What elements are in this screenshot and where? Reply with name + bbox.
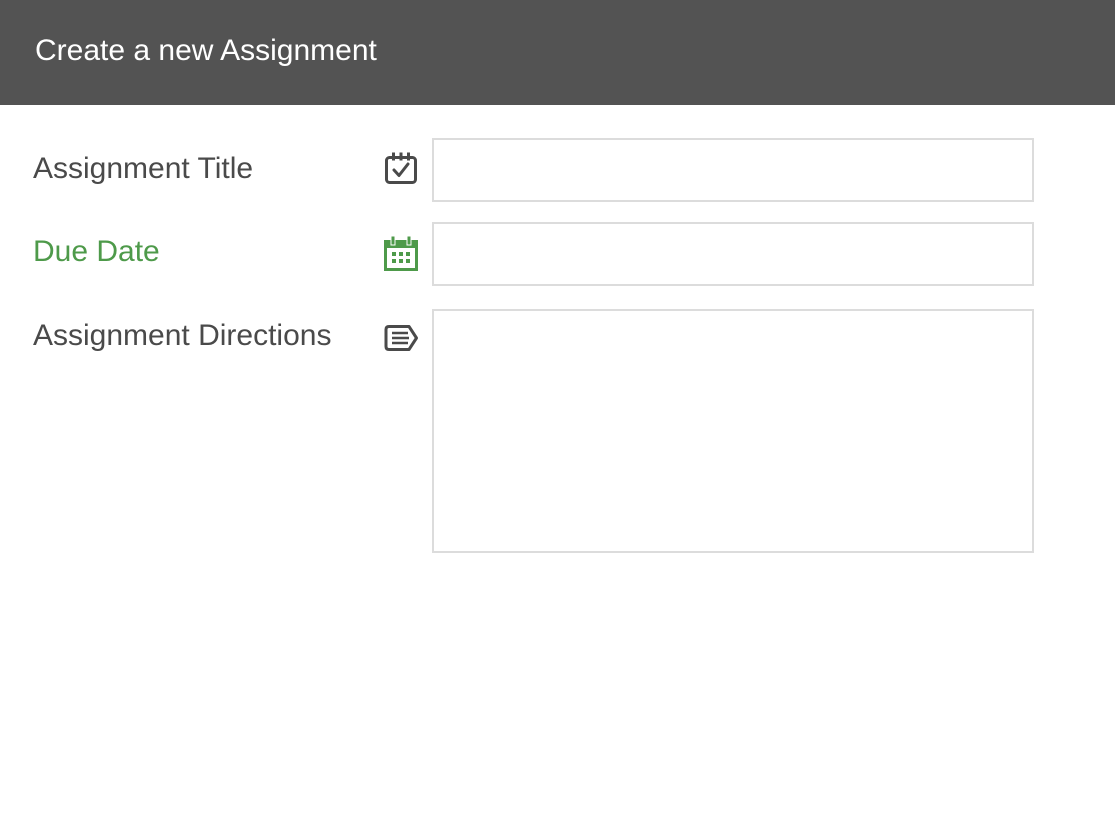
- assignment-directions-textarea[interactable]: [432, 309, 1034, 553]
- calendar-check-icon: [383, 151, 419, 187]
- assignment-title-input[interactable]: [432, 138, 1034, 202]
- due-date-input[interactable]: [432, 222, 1034, 286]
- due-date-label: Due Date: [33, 235, 160, 268]
- note-lines-icon: [383, 320, 419, 356]
- dialog-title: Create a new Assignment: [35, 34, 377, 67]
- assignment-title-label: Assignment Title: [33, 152, 254, 185]
- assignment-directions-label: Assignment Directions: [33, 319, 332, 352]
- calendar-grid-icon: [383, 236, 419, 272]
- dialog-header: Create a new Assignment: [0, 0, 1115, 105]
